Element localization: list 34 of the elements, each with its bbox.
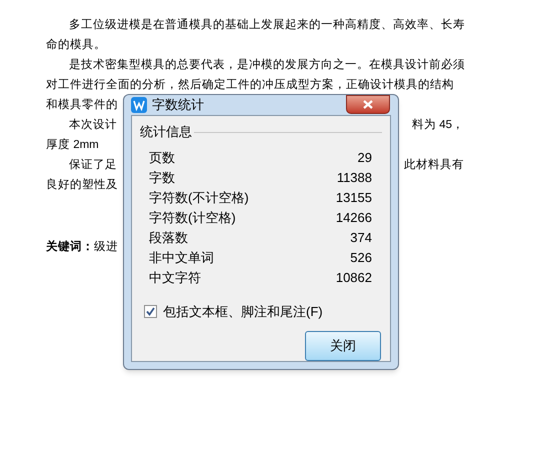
close-button[interactable] xyxy=(346,95,390,114)
group-title: 统计信息 xyxy=(140,123,192,141)
stat-label: 字符数(不计空格) xyxy=(149,188,249,207)
paragraph-line: 本次设计 xyxy=(69,118,117,133)
checkbox[interactable] xyxy=(144,304,157,318)
paragraph-line: 和模具零件的 xyxy=(46,98,118,113)
app-logo-icon xyxy=(131,97,147,113)
paragraph-line: 厚度 2mm xyxy=(46,138,99,153)
stat-value: 14266 xyxy=(336,208,372,227)
window-title: 字数统计 xyxy=(152,96,204,114)
paragraph-line: 保证了足 xyxy=(69,158,117,173)
paragraph-line: 对工件进行全面的分析，然后确定工件的冲压成型方案，正确设计模具的结构 xyxy=(46,77,454,93)
stat-value: 10862 xyxy=(336,268,372,287)
stat-label: 页数 xyxy=(149,148,175,167)
stat-value: 374 xyxy=(350,228,372,247)
keywords-line: 关键词：级进 xyxy=(46,239,118,255)
close-dialog-button[interactable]: 关闭 xyxy=(305,331,381,361)
paragraph-line: 多工位级进模是在普通模具的基础上发展起来的一种高精度、高效率、长寿 xyxy=(69,17,465,33)
paragraph-line: 此材料具有 xyxy=(404,158,464,173)
paragraph-line: 命的模具。 xyxy=(46,38,106,53)
stat-label: 中文字符 xyxy=(149,268,201,287)
stat-label: 字符数(计空格) xyxy=(149,208,236,227)
paragraph-line: 料为 45， xyxy=(412,118,464,133)
stat-value: 11388 xyxy=(336,168,372,187)
stat-label: 字数 xyxy=(149,168,175,187)
checkbox-label: 包括文本框、脚注和尾注(F) xyxy=(163,302,323,321)
paragraph-line: 良好的塑性及 xyxy=(46,177,118,193)
stat-value: 13155 xyxy=(336,188,372,207)
stat-label: 段落数 xyxy=(149,228,188,247)
stat-value: 526 xyxy=(350,248,372,267)
close-icon xyxy=(363,100,373,109)
paragraph-line: 是技术密集型模具的总要代表，是冲模的发展方向之一。在模具设计前必须 xyxy=(69,57,465,73)
stat-label: 非中文单词 xyxy=(149,248,214,267)
stat-value: 29 xyxy=(358,148,372,167)
